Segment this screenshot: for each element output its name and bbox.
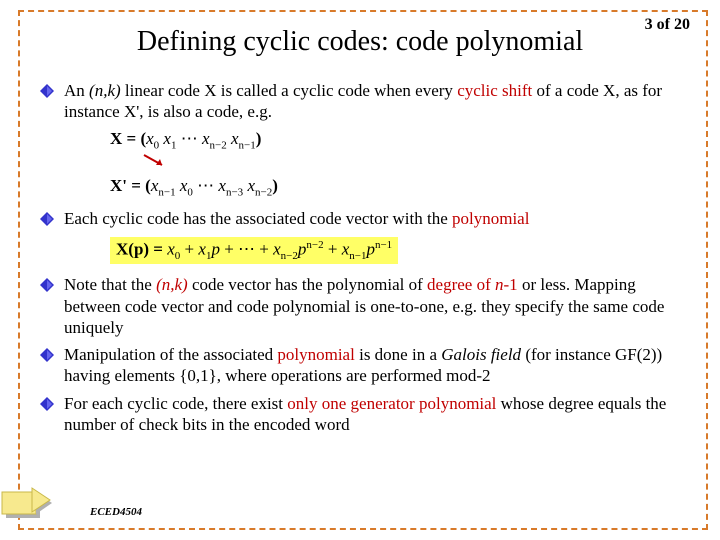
equation-block-1: X = (x0 x1 ⋯ xn−2 xn−1) X' = (xn−1 x0 ⋯ … [110,129,690,199]
bullet-2-text: Each cyclic code has the associated code… [64,208,690,229]
equation-line-1: X = (x0 x1 ⋯ xn−2 xn−1) [110,129,690,151]
bullet-1: An (n,k) linear code X is called a cycli… [40,80,690,123]
diamond-bullet-icon [40,84,54,103]
bullet-1-text: An (n,k) linear code X is called a cycli… [64,80,690,123]
bullet-5: For each cyclic code, there exist only o… [40,393,690,436]
bullet-3: Note that the (n,k) code vector has the … [40,274,690,338]
bullet-4-text: Manipulation of the associated polynomia… [64,344,690,387]
slide-title: Defining cyclic codes: code polynomial [0,26,720,58]
polynomial-equation: X(p) = x0 + x1p + ⋯ + xn−2pn−2 + xn−1pn−… [110,237,398,264]
diamond-bullet-icon [40,348,54,367]
slide: 3 of 20 Defining cyclic codes: code poly… [0,0,720,540]
shift-arrow-icon [140,153,690,174]
footer-code: ECED4504 [90,506,142,518]
diamond-bullet-icon [40,212,54,231]
equation-line-2: X' = (xn−1 x0 ⋯ xn−3 xn−2) [110,176,690,198]
bullet-5-text: For each cyclic code, there exist only o… [64,393,690,436]
content-area: An (n,k) linear code X is called a cycli… [40,80,690,500]
diamond-bullet-icon [40,397,54,416]
equation-block-2: X(p) = x0 + x1p + ⋯ + xn−2pn−2 + xn−1pn−… [110,237,690,264]
bullet-4: Manipulation of the associated polynomia… [40,344,690,387]
bullet-2: Each cyclic code has the associated code… [40,208,690,231]
diamond-bullet-icon [40,278,54,297]
bullet-3-text: Note that the (n,k) code vector has the … [64,274,690,338]
